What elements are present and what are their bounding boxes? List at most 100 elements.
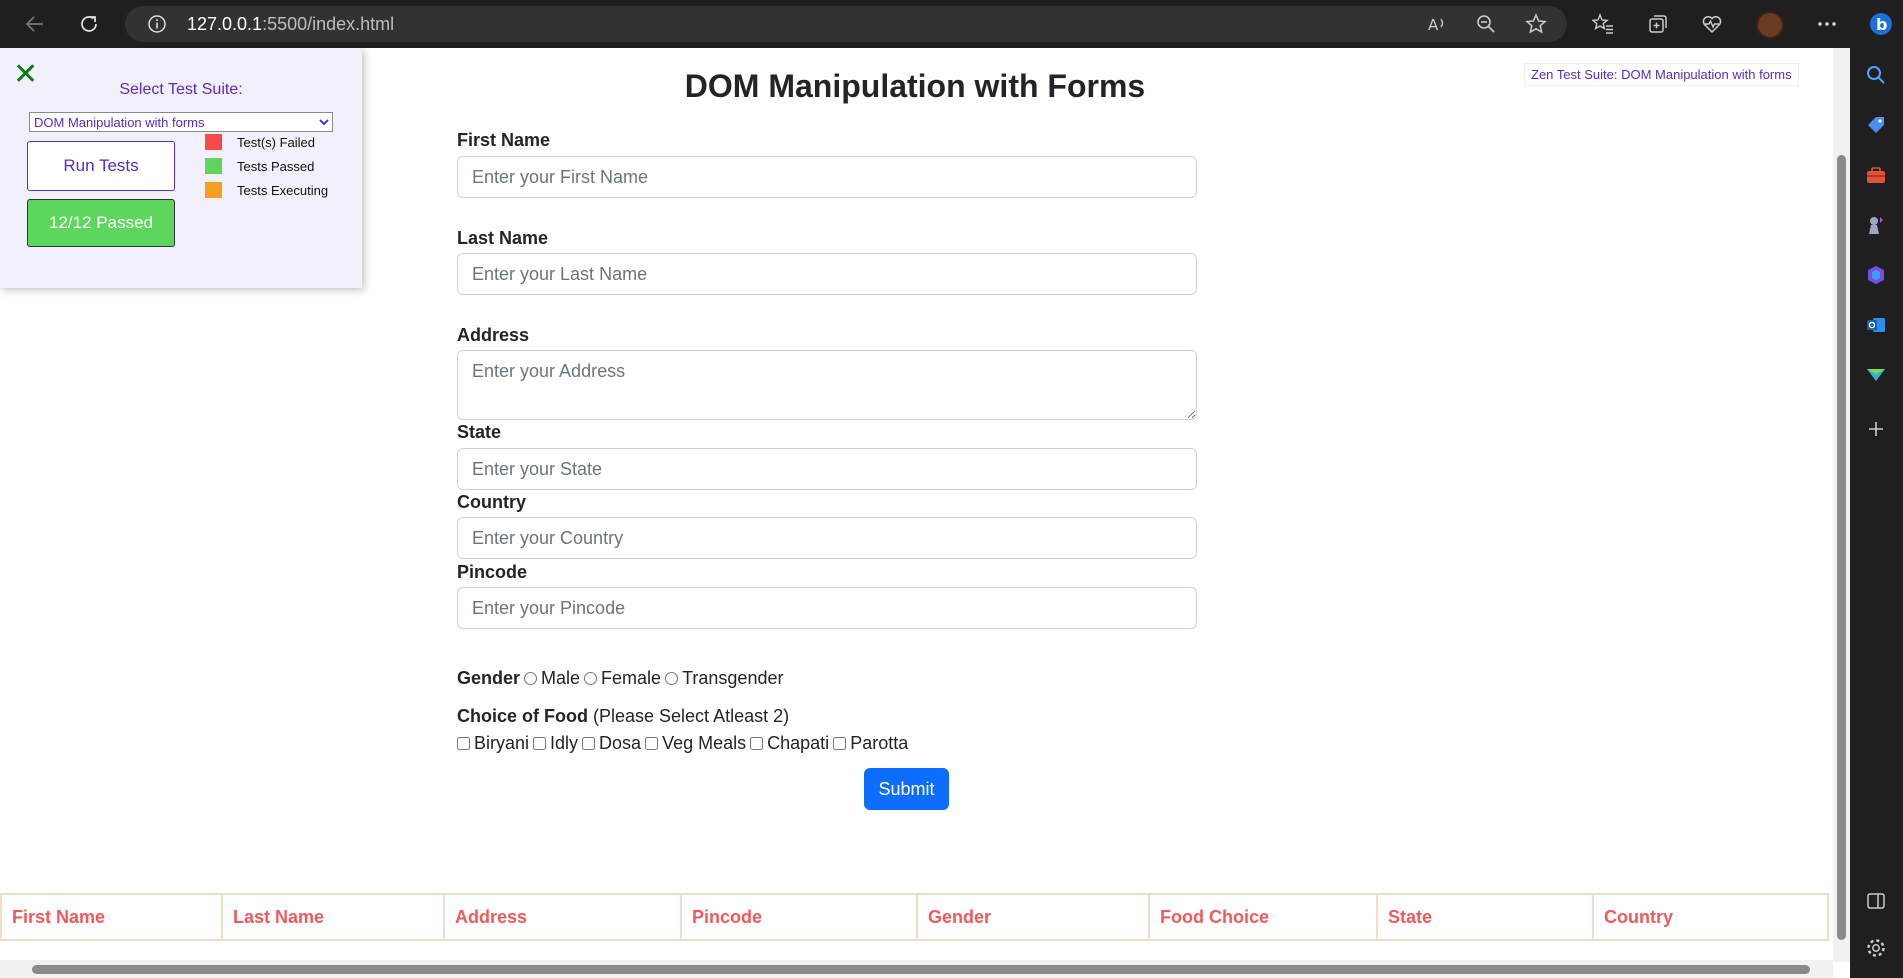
sidebar-search[interactable] (1863, 62, 1889, 88)
split-view-icon (1867, 893, 1885, 909)
url-path: :5500/index.html (262, 14, 395, 34)
first-name-input[interactable] (457, 156, 1197, 198)
sidebar-drop[interactable] (1863, 362, 1889, 388)
sidebar-outlook[interactable] (1863, 312, 1889, 338)
food-chapati-checkbox[interactable] (750, 737, 764, 750)
gender-row: Gender Male Female Transgender (457, 668, 783, 689)
test-suite-panel: ✕ Select Test Suite: DOM Manipulation wi… (0, 48, 362, 288)
back-button[interactable] (20, 9, 50, 39)
sidebar-add[interactable] (1863, 416, 1889, 442)
header-gender: Gender (916, 893, 1150, 941)
profile-avatar[interactable] (1756, 11, 1784, 39)
url-host: 127.0.0.1 (187, 14, 263, 34)
header-first-name: First Name (0, 893, 223, 941)
suite-badge: Zen Test Suite: DOM Manipulation with fo… (1524, 63, 1799, 86)
favorites-list-icon (1592, 13, 1613, 34)
svg-text:A: A (1428, 16, 1439, 34)
food-biryani-label: Biryani (474, 733, 530, 753)
legend-passed-label: Tests Passed (237, 158, 315, 174)
horizontal-scroll-thumb[interactable] (32, 965, 1810, 974)
favorite-button[interactable] (1523, 11, 1549, 37)
address-label: Address (457, 325, 530, 345)
submit-button[interactable]: Submit (864, 768, 949, 810)
sidebar-tools[interactable] (1863, 162, 1889, 188)
copilot-icon: b (1870, 13, 1892, 35)
star-icon (1525, 13, 1547, 34)
sidebar-settings[interactable] (1863, 935, 1889, 961)
gender-female-radio[interactable] (584, 672, 598, 685)
food-parotta-checkbox[interactable] (833, 737, 847, 750)
refresh-button[interactable] (74, 9, 104, 39)
page-title: DOM Manipulation with Forms (684, 68, 1146, 104)
vertical-scroll-thumb[interactable] (1837, 155, 1846, 940)
legend-passed: Tests Passed (205, 158, 314, 174)
header-pincode: Pincode (680, 893, 918, 941)
copilot-button[interactable]: b (1868, 11, 1894, 37)
collections-button[interactable] (1645, 11, 1671, 37)
address-input[interactable] (457, 350, 1197, 420)
food-hint: (Please Select Atleast 2) (593, 706, 790, 726)
passed-swatch (205, 158, 222, 174)
sidebar-games[interactable] (1863, 212, 1889, 238)
sidebar-office[interactable] (1863, 262, 1889, 288)
food-options-row: Biryani Idly Dosa Veg Meals Chapati Paro… (457, 733, 908, 754)
back-arrow-icon (25, 16, 43, 32)
gender-male-radio[interactable] (524, 672, 538, 685)
gender-male-label: Male (541, 668, 581, 688)
gender-transgender-radio[interactable] (665, 672, 679, 685)
read-aloud-icon: A (1428, 16, 1444, 34)
zoom-out-button[interactable] (1473, 11, 1499, 37)
favorites-button[interactable] (1590, 11, 1616, 37)
sidebar-shopping[interactable] (1863, 112, 1889, 138)
executing-swatch (205, 182, 222, 198)
url-text: 127.0.0.1:5500/index.html (187, 14, 394, 35)
collections-icon (1649, 15, 1667, 33)
header-country: Country (1592, 893, 1829, 941)
horizontal-scrollbar[interactable] (0, 960, 1833, 978)
vertical-scrollbar[interactable] (1833, 48, 1850, 962)
gender-label: Gender (457, 668, 521, 688)
legend-executing: Tests Executing (205, 182, 328, 198)
heart-pulse-icon (1702, 16, 1722, 34)
select-suite-label: Select Test Suite: (119, 81, 243, 98)
search-icon (1867, 66, 1885, 84)
pincode-input[interactable] (457, 587, 1197, 629)
last-name-input[interactable] (457, 253, 1197, 295)
food-heading: Choice of Food (Please Select Atleast 2) (457, 706, 789, 727)
results-table: First Name Last Name Address Pincode Gen… (0, 893, 1829, 941)
first-name-label: First Name (457, 130, 551, 150)
info-icon[interactable] (147, 14, 167, 34)
pincode-label: Pincode (457, 562, 528, 582)
legend-failed-label: Test(s) Failed (237, 134, 316, 150)
food-biryani-checkbox[interactable] (457, 737, 470, 750)
legend-executing-label: Tests Executing (237, 182, 329, 198)
food-idly-checkbox[interactable] (533, 737, 547, 750)
country-input[interactable] (457, 517, 1197, 559)
gender-female-label: Female (601, 668, 662, 688)
settings-more-button[interactable] (1814, 11, 1840, 37)
state-input[interactable] (457, 448, 1197, 490)
svg-text:b: b (1876, 15, 1887, 34)
more-icon (1818, 22, 1836, 26)
gender-transgender-label: Transgender (682, 668, 784, 688)
tag-icon (1868, 117, 1884, 133)
address-bar[interactable]: 127.0.0.1:5500/index.html (125, 6, 1567, 42)
test-result-button[interactable]: 12/12 Passed (27, 199, 175, 247)
browser-essentials-button[interactable] (1699, 11, 1725, 37)
legend-failed: Test(s) Failed (205, 134, 315, 150)
suite-select[interactable]: DOM Manipulation with forms (29, 112, 333, 132)
food-idly-label: Idly (550, 733, 579, 753)
sidebar-split-view[interactable] (1863, 888, 1889, 914)
food-veg-meals-checkbox[interactable] (645, 737, 659, 750)
header-address: Address (443, 893, 682, 941)
read-aloud-button[interactable]: A (1424, 11, 1450, 37)
run-tests-button[interactable]: Run Tests (27, 141, 175, 191)
failed-swatch (205, 134, 222, 150)
food-dosa-checkbox[interactable] (582, 737, 596, 750)
chess-piece-icon (1869, 217, 1883, 234)
food-veg-meals-label: Veg Meals (662, 733, 747, 753)
header-state: State (1376, 893, 1594, 941)
page-viewport: ✕ Select Test Suite: DOM Manipulation wi… (0, 48, 1833, 960)
plus-icon (1869, 422, 1883, 436)
table-header-row: First Name Last Name Address Pincode Gen… (0, 893, 1829, 941)
